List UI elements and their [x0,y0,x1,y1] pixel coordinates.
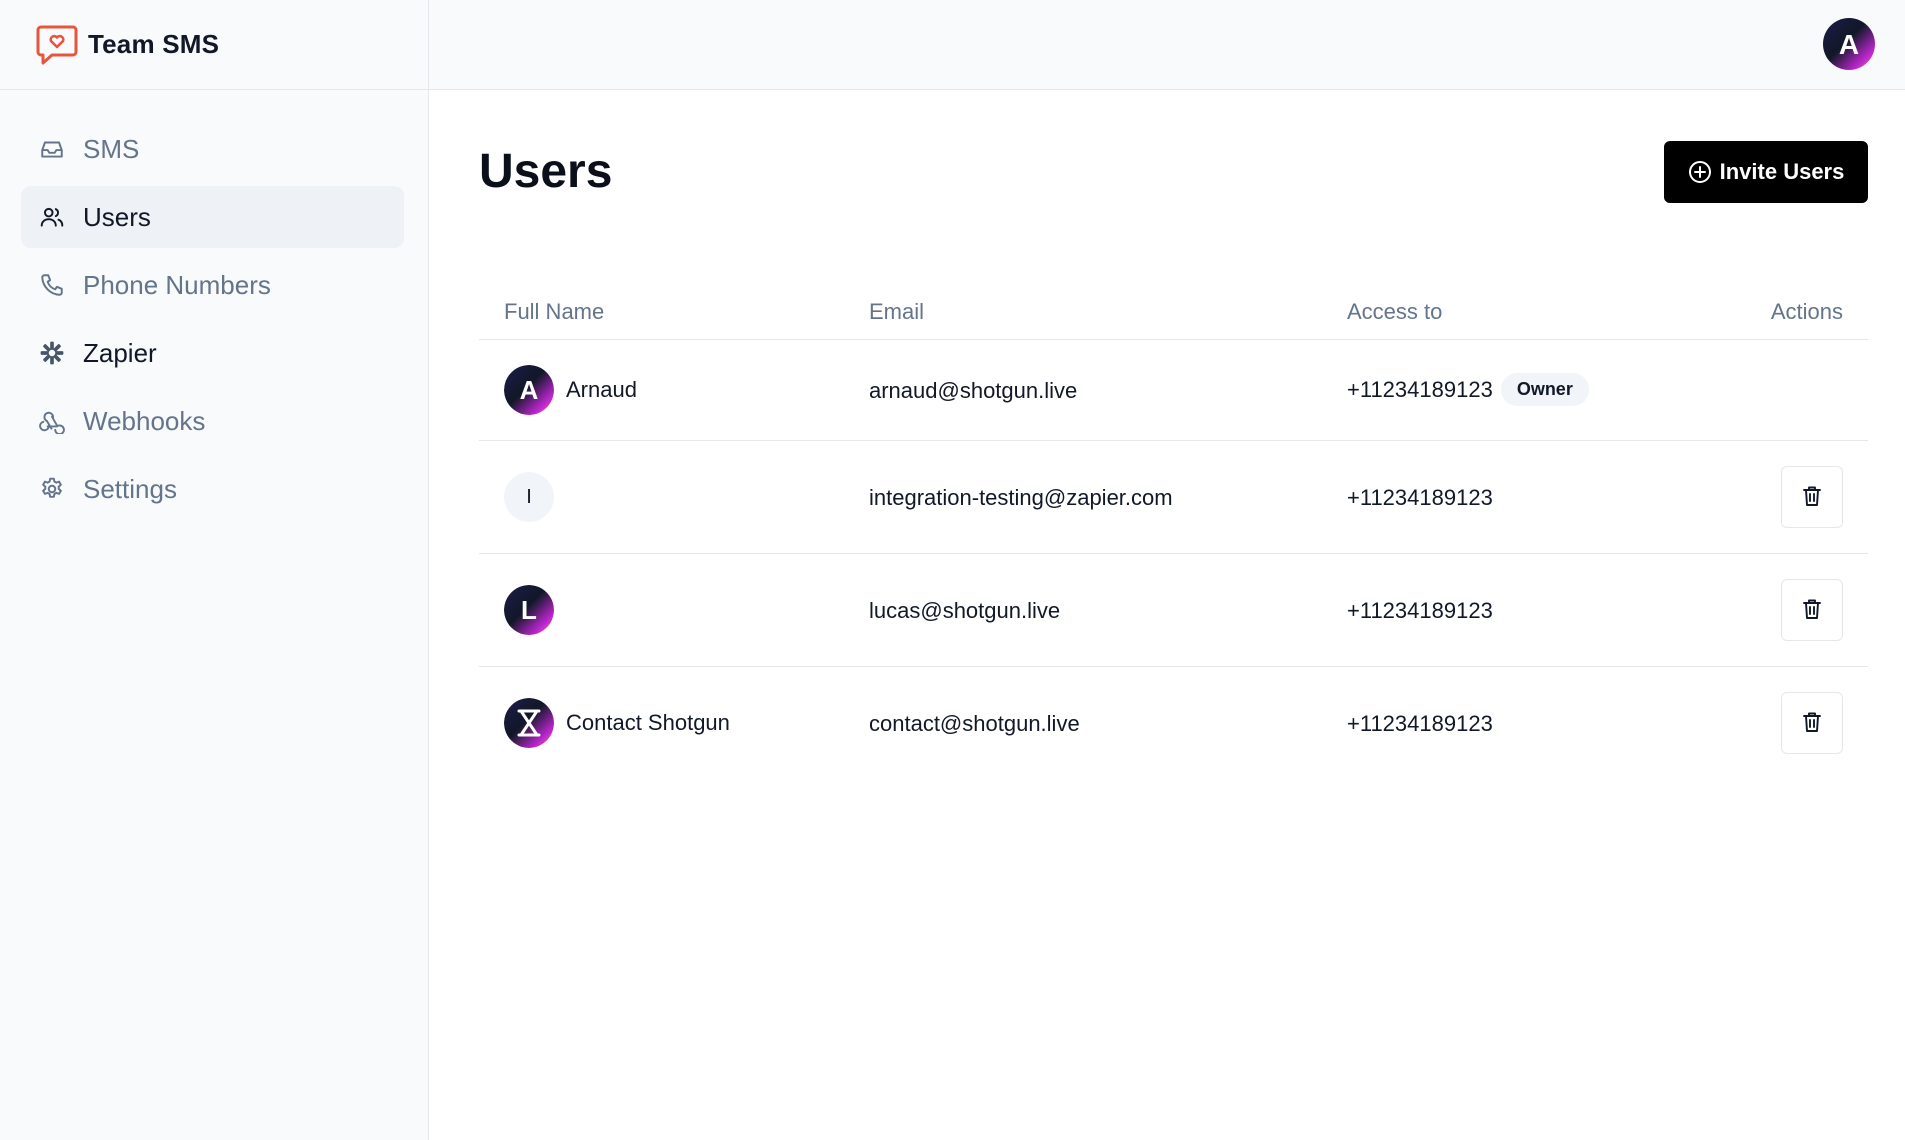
sidebar-item-users[interactable]: Users [21,186,404,248]
user-avatar-button[interactable]: A [1823,18,1875,70]
user-cell: I [504,472,566,522]
zapier-asterisk-icon [38,339,66,367]
avatar-letter: L [521,595,537,625]
table-row: L lucas@shotgun.live +11234189123 [479,554,1868,667]
column-header-email: Email [869,299,925,324]
sidebar-item-zapier[interactable]: Zapier [21,322,404,384]
sidebar-item-label: Webhooks [83,405,206,436]
hourglass-icon [504,698,554,748]
users-icon [38,203,66,231]
delete-user-button[interactable] [1781,466,1843,528]
access-phone: +11234189123 [1347,598,1493,623]
delete-user-button[interactable] [1781,579,1843,641]
column-header-access: Access to [1347,299,1443,324]
sidebar-item-settings[interactable]: Settings [21,458,404,520]
sidebar-item-label: Users [83,201,151,232]
chat-heart-icon [36,23,78,67]
access-phone: +11234189123 [1347,376,1493,402]
sidebar-item-label: Settings [83,473,177,504]
sidebar-nav: SMS Users Phone Numbers Zapier Webhooks … [21,118,404,526]
sidebar-item-label: Zapier [83,337,157,368]
user-email: arnaud@shotgun.live [869,378,1078,403]
trash-icon [1800,710,1824,737]
invite-users-button[interactable]: Invite Users [1664,141,1868,203]
actions-cell [1781,579,1843,641]
owner-badge: Owner [1500,373,1589,406]
table-header: Full Name Email Access to Actions [479,285,1868,340]
column-header-actions: Actions [1770,299,1843,324]
trash-icon [1800,484,1824,511]
trash-icon [1800,597,1824,624]
user-cell: L [504,585,566,635]
inbox-icon [38,135,66,163]
page-title: Users [479,145,613,198]
users-table: Full Name Email Access to Actions A Arna… [479,285,1868,780]
user-cell: A Arnaud [504,365,637,415]
avatar: L [504,585,554,635]
access-phone: +11234189123 [1347,485,1493,510]
user-email: lucas@shotgun.live [869,598,1061,623]
access-cell: +11234189123 Owner [1347,373,1589,406]
column-header-full-name: Full Name [504,299,605,324]
sidebar-item-label: Phone Numbers [83,269,271,300]
sidebar-item-phone-numbers[interactable]: Phone Numbers [21,254,404,316]
user-email: contact@shotgun.live [869,711,1080,736]
topbar: A [429,0,1905,90]
invite-users-label: Invite Users [1719,159,1845,184]
main-content: Users Invite Users Full Name Email Acces… [429,90,1905,1140]
app-name: Team SMS [88,29,220,59]
table-row: A Arnaud arnaud@shotgun.live +1123418912… [479,340,1868,441]
sidebar-item-sms[interactable]: SMS [21,118,404,180]
delete-user-button[interactable] [1781,692,1843,754]
avatar: A [504,365,554,415]
phone-icon [38,271,66,299]
user-name: Arnaud [566,377,637,402]
actions-cell [1781,466,1843,528]
gear-icon [38,475,66,503]
user-cell: Contact Shotgun [504,698,730,748]
avatar-letter: A [520,375,539,405]
access-phone: +11234189123 [1347,711,1493,736]
user-name: Contact Shotgun [566,710,730,735]
table-row: I integration-testing@zapier.com +112341… [479,441,1868,554]
plus-circle-icon [1688,160,1712,184]
avatar-letter: A [1839,29,1859,60]
user-email: integration-testing@zapier.com [869,485,1173,510]
table-row: Contact Shotgun contact@shotgun.live +11… [479,667,1868,780]
sidebar-item-webhooks[interactable]: Webhooks [21,390,404,452]
avatar: I [504,472,554,522]
actions-cell [1781,692,1843,754]
brand[interactable]: Team SMS [0,0,428,90]
sidebar-item-label: SMS [83,133,140,164]
sidebar: Team SMS SMS Users Phone Numbers Zapier … [0,0,429,1140]
webhook-icon [38,407,66,435]
